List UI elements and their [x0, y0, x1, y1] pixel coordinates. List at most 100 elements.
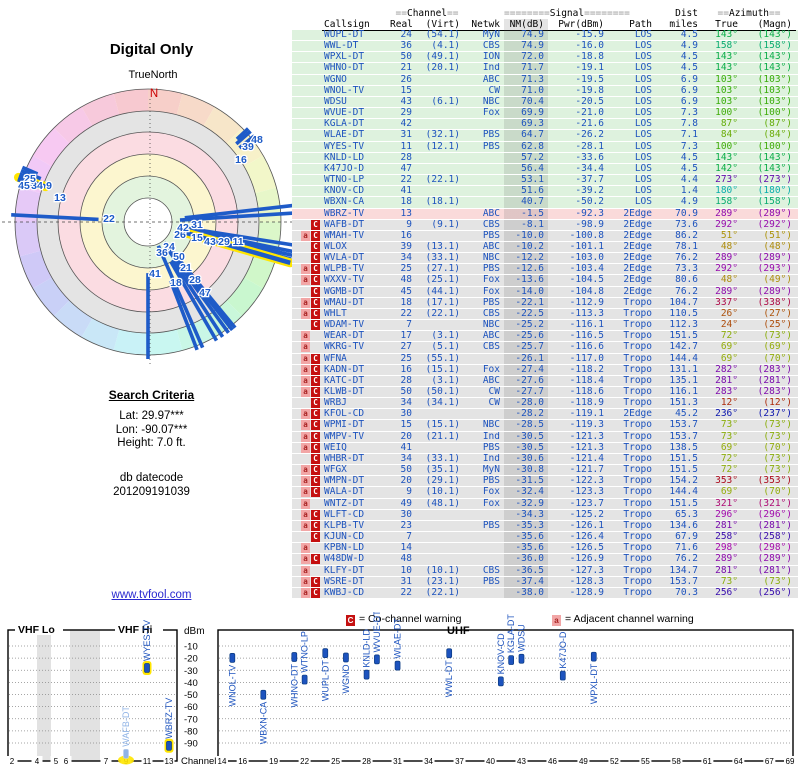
adjacent-channel-warning-icon: a [301, 465, 310, 476]
power-cell: -126.4 [569, 532, 604, 543]
dbm-tick-label: -90 [184, 739, 198, 750]
callsign-cell: WNOL-TV [324, 85, 365, 96]
adjacent-channel-warning-icon: a [301, 375, 310, 386]
virtual-channel-cell [416, 86, 464, 96]
azimuth-true-cell: 48° [720, 275, 738, 286]
channel-tick-label: 4 [35, 757, 40, 766]
callsign-cell: WVLA-DT [324, 253, 365, 264]
station-marker [394, 660, 401, 671]
adjacent-channel-warning-icon: a [301, 487, 310, 498]
distance-cell: 144.4 [669, 353, 698, 364]
table-row: WVUE-DT 29 Fox 69.9 -21.0 LOS 7.3 100° (100°) [292, 108, 798, 120]
warning-markers: C [292, 219, 322, 230]
virtual-channel-cell: (12.1) [425, 141, 460, 152]
tvfool-link[interactable]: www.tvfool.com [112, 589, 192, 601]
network-cell: ABC [482, 74, 500, 85]
noise-margin-cell: 69.3 [504, 119, 548, 130]
real-channel-cell: 41 [400, 186, 412, 197]
path-cell: Tropo [623, 498, 652, 509]
real-channel-cell: 15 [400, 420, 412, 431]
azimuth-true-cell: 72° [720, 453, 738, 464]
adjacent-channel-warning-icon: a [301, 308, 310, 319]
warning-markers: aC [292, 230, 322, 241]
path-cell: Tropo [623, 465, 652, 476]
azimuth-true-cell: 100° [715, 141, 738, 152]
path-cell: LOS [634, 197, 652, 208]
path-cell: LOS [634, 74, 652, 85]
azimuth-true-cell: 281° [715, 565, 738, 576]
channel-tick-label: 13 [165, 757, 174, 766]
station-callsign-label: KNOV-CD [496, 633, 506, 675]
warning-markers: aC [292, 420, 322, 431]
azimuth-true-cell: 289° [715, 554, 738, 565]
noise-margin-cell: 71.0 [504, 85, 548, 96]
warning-markers: C [292, 532, 322, 543]
station-callsign-label: K47JO-D [558, 631, 568, 669]
virtual-channel-cell [416, 554, 464, 564]
virtual-channel-cell: (50.1) [425, 387, 460, 397]
channel-tick-label: 55 [641, 757, 650, 766]
co-channel-warning-icon: C [311, 308, 320, 319]
azimuth-magnetic-cell: (73°) [763, 431, 792, 442]
azimuth-true-cell: 298° [715, 543, 738, 554]
network-cell [464, 175, 504, 185]
table-row: C WLOX 39 (13.1) ABC -10.2 -101.1 2Edge 78.1 48° (… [292, 241, 798, 254]
table-row: WWL-DT 36 (4.1) CBS 74.9 -16.0 LOS 4.9 158° (158°… [292, 41, 798, 53]
signal-strength-charts: -10-20-30-40-50-60-70-80-90dBmVHF Lo VHF … [6, 612, 796, 767]
warning-markers: C [292, 320, 322, 331]
callsign-cell: WWL-DT [324, 41, 359, 52]
path-cell: LOS [634, 96, 652, 107]
virtual-channel-cell: (32.1) [425, 130, 460, 141]
warning-markers [292, 97, 322, 107]
network-cell [464, 354, 504, 364]
virtual-channel-cell: (29.1) [425, 476, 460, 487]
true-north-label: TrueNorth [128, 69, 177, 81]
warning-markers [292, 75, 322, 85]
adjacent-channel-warning-icon: a [301, 331, 310, 342]
real-channel-cell: 50 [400, 52, 412, 63]
warning-markers: aC [292, 297, 322, 308]
power-cell: -126.9 [569, 554, 604, 565]
azimuth-magnetic-cell: (283°) [757, 364, 792, 375]
latitude-value: Lat: 29.97*** [119, 410, 184, 422]
channel-tick-label: 16 [238, 757, 247, 766]
callsign-cell: WEAR-DT [324, 331, 365, 342]
path-cell: Tropo [623, 308, 652, 319]
station-channel-label: 21 [180, 262, 192, 274]
distance-cell: 134.7 [669, 565, 698, 576]
co-channel-warning-icon: C [311, 375, 320, 386]
azimuth-magnetic-cell: (48°) [763, 241, 792, 252]
path-cell: Tropo [623, 320, 652, 331]
callsign-cell: WRBJ [324, 398, 347, 409]
callsign-cell: WKRG-TV [324, 342, 365, 353]
real-channel-cell: 24 [400, 30, 412, 40]
real-channel-cell: 21 [400, 63, 412, 74]
callsign-cell: WTNO-LP [324, 175, 365, 186]
station-marker [518, 653, 525, 664]
longitude-value: Lon: -90.07*** [115, 423, 188, 436]
power-cell: -26.2 [575, 130, 604, 141]
distance-cell: 104.7 [669, 297, 698, 308]
noise-margin-cell: 64.7 [504, 130, 548, 141]
power-cell: -112.9 [569, 297, 604, 308]
azimuth-magnetic-cell: (70°) [763, 353, 792, 364]
real-channel-cell: 39 [400, 241, 412, 252]
callsign-cell: WSRE-DT [324, 576, 365, 587]
channel-tick-label: 2 [10, 757, 15, 766]
warning-markers: aC [292, 509, 322, 520]
noise-margin-cell: 70.4 [504, 96, 548, 108]
callsign-cell: WVUE-DT [324, 108, 365, 119]
path-cell: Tropo [623, 453, 652, 464]
station-callsign-label: WTNO-LP [300, 631, 310, 673]
station-marker [322, 648, 329, 659]
virtual-channel-cell [416, 510, 464, 520]
path-cell: Tropo [623, 387, 652, 397]
callsign-cell: WUPL-DT [324, 30, 365, 40]
channel-tick-label: 6 [64, 757, 69, 766]
callsign-cell: KLWB-DT [324, 387, 365, 397]
path-cell: LOS [634, 130, 652, 141]
noise-margin-cell: -30.8 [504, 465, 548, 476]
azimuth-true-cell: 256° [715, 587, 738, 598]
spectrum-gap-band [37, 630, 51, 761]
table-row: a C WHLT 22 (22.1) CBS -22.5 -113.3 Tropo 110.5 26… [292, 308, 798, 321]
